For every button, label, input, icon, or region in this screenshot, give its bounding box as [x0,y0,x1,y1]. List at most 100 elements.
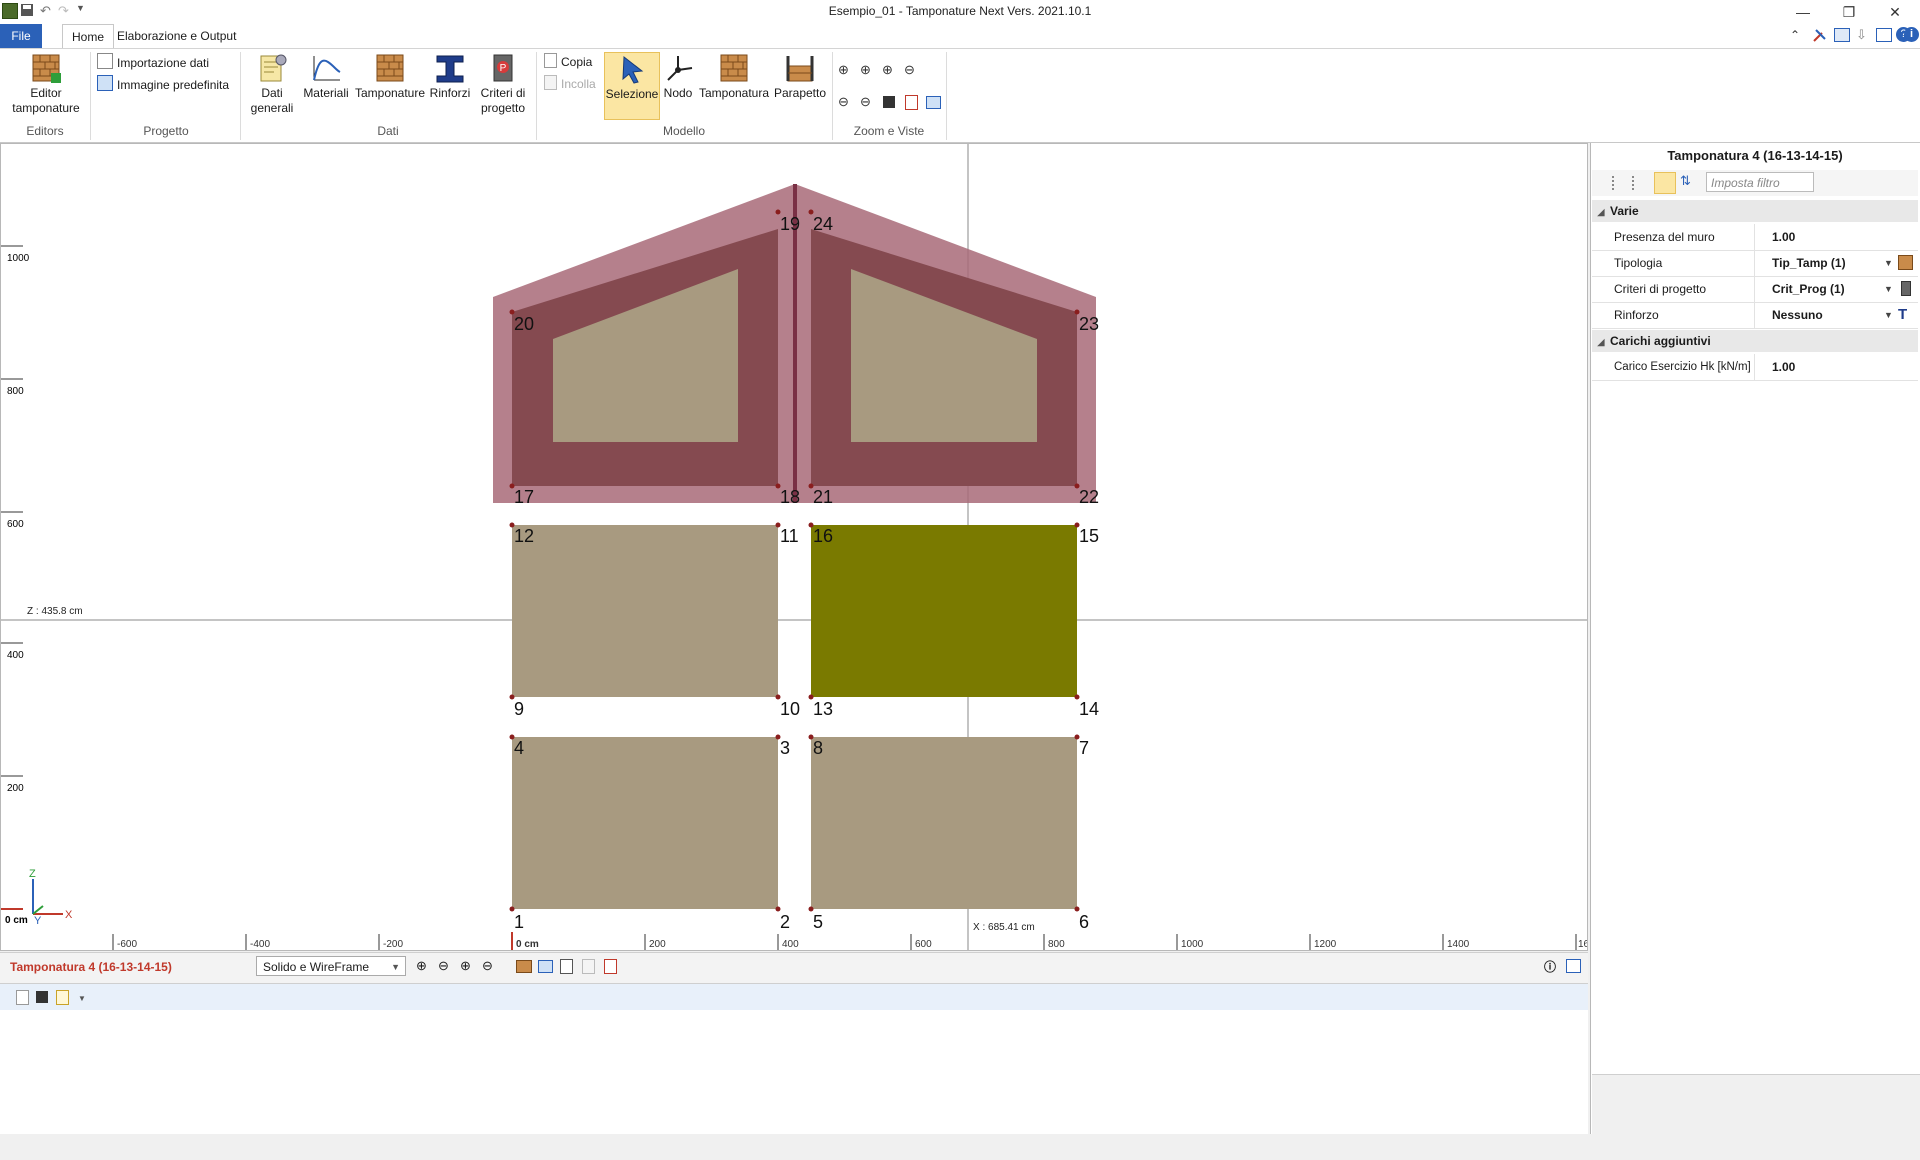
export-pdf-icon[interactable] [604,959,617,974]
tab-elaborazione-output[interactable]: Elaborazione e Output [108,24,245,48]
info-icon[interactable]: i [1904,27,1919,42]
export-image-icon[interactable] [926,96,941,109]
viewport-toolbar [0,952,1588,984]
node-label: 15 [1079,526,1099,546]
collapse-icon[interactable]: ◢ [1592,331,1610,353]
export-pdf-icon[interactable] [905,95,918,110]
property-value[interactable]: Tip_Tamp (1) [1772,250,1846,276]
category-varie[interactable]: ◢ Varie [1592,200,1918,222]
tab-home[interactable]: Home [62,24,115,49]
zoom-window-icon[interactable]: ⊕ [838,62,849,78]
chevron-down-icon[interactable]: ▼ [1884,302,1893,328]
copia-button[interactable]: Copia [544,53,592,71]
log-menu-icon[interactable]: ▼ [78,994,86,1003]
property-value[interactable]: 1.00 [1772,224,1795,250]
immagine-predefinita-button[interactable]: Immagine predefinita [97,75,229,93]
ribbon-tab-row [0,24,1920,48]
tamponatura-5-6-7-8[interactable] [811,737,1077,909]
minimize-button[interactable]: — [1780,0,1826,24]
tab-file[interactable]: File [0,24,42,48]
alphabetical-view-icon[interactable] [1632,176,1644,190]
window-icon[interactable] [1834,28,1850,42]
category-carichi-aggiuntivi[interactable]: ◢ Carichi aggiuntivi [1592,330,1918,352]
zoom-out-icon[interactable]: ⊖ [438,958,454,974]
property-row-rinforzo[interactable]: Rinforzo Nessuno ▼ T [1592,302,1918,329]
nodo-button[interactable]: Nodo [660,52,696,118]
export-dxf-icon[interactable] [560,959,573,974]
window-title: Esempio_01 - Tamponature Next Vers. 2021… [828,4,1092,18]
property-row-carico-esercizio[interactable]: Carico Esercizio Hk [kN/m] 1.00 [1592,354,1918,381]
zoom-previous-icon[interactable]: ⊖ [838,94,849,110]
log-area[interactable] [0,1010,1588,1135]
axis-x-label: X [65,909,73,921]
close-button[interactable]: ✕ [1872,0,1918,24]
collapse-ribbon-icon[interactable]: ⌃ [1790,28,1800,42]
zoom-extents-icon[interactable]: ⊖ [482,958,498,974]
brick-wall-icon[interactable] [1898,255,1913,270]
vertical-ruler [1,245,23,777]
chevron-down-icon[interactable]: ▼ [1884,276,1893,302]
wall-view-icon[interactable] [516,960,532,973]
dati-generali-button[interactable]: Dati generali [246,52,298,118]
tamponatura-button[interactable]: Tamponatura [698,52,770,118]
image-view-icon[interactable] [538,960,553,973]
property-row-presenza-muro[interactable]: Presenza del muro 1.00 [1592,224,1918,251]
sort-icon[interactable]: ⇅ [1680,173,1691,189]
print-icon[interactable] [582,959,595,974]
materiali-button[interactable]: Materiali [300,52,352,118]
save-view-icon[interactable] [883,96,895,108]
property-value[interactable]: Crit_Prog (1) [1772,276,1845,302]
render-mode-value: Solido e WireFrame [263,960,370,974]
zoom-in-icon[interactable]: ⊕ [416,958,432,974]
model-viewport[interactable]: 1 2 3 4 5 6 7 8 9 10 11 12 13 14 15 16 1… [0,143,1588,951]
copy-icon [544,53,557,68]
categorized-view-icon[interactable] [1612,176,1624,190]
property-value[interactable]: 1.00 [1772,354,1795,380]
y-tick-label: 400 [7,650,24,661]
materiali-label: Materiali [303,86,349,100]
filter-input[interactable]: Imposta filtro [1706,172,1814,192]
new-log-icon[interactable] [16,990,29,1005]
save-log-icon[interactable] [36,991,48,1003]
chevron-down-icon: ▼ [391,962,400,972]
x-tick-label: 1000 [1181,939,1204,950]
layout-icon[interactable] [1876,28,1892,42]
download-icon[interactable]: ⇩ [1856,27,1867,43]
zoom-all-icon[interactable]: ⊖ [860,94,871,110]
zoom-out-icon[interactable]: ⊖ [904,62,915,78]
importazione-dati-button[interactable]: Importazione dati [97,53,209,71]
grouped-view-icon[interactable] [1654,172,1676,194]
info-icon[interactable]: ⓘ [1544,958,1560,974]
zoom-extents-icon[interactable]: ⊕ [860,62,871,78]
editor-tamponature-button[interactable]: Editor tamponature [6,52,86,118]
open-log-icon[interactable] [56,990,69,1005]
group-modello-label: Modello [662,124,706,138]
chevron-down-icon[interactable]: ▼ [1884,250,1893,276]
parapetto-button[interactable]: Parapetto [772,52,828,118]
properties-toggle-icon[interactable] [1566,959,1581,973]
rinforzi-button[interactable]: Rinforzi [428,52,472,118]
tamponatura-9-10-11-12[interactable] [512,525,778,697]
render-mode-select[interactable]: Solido e WireFrame ▼ [256,956,406,976]
zoom-in-icon[interactable]: ⊕ [882,62,893,78]
restore-button[interactable]: ❐ [1826,0,1872,24]
property-row-tipologia[interactable]: Tipologia Tip_Tamp (1) ▼ [1592,250,1918,277]
tools-icon[interactable] [1812,27,1828,43]
incolla-button[interactable]: Incolla [544,75,596,93]
criteria-icon[interactable] [1901,281,1911,296]
tamponature-button[interactable]: Tamponature [354,52,426,118]
property-value[interactable]: Nessuno [1772,302,1823,328]
x-coordinate-readout: X : 685.41 cm [973,922,1035,933]
tamponatura-1-2-3-4[interactable] [512,737,778,909]
property-row-criteri[interactable]: Criteri di progetto Crit_Prog (1) ▼ [1592,276,1918,303]
node-label: 11 [780,526,799,546]
tamponatura-4-selected[interactable] [811,525,1077,697]
selezione-button[interactable]: Selezione [604,52,660,120]
collapse-icon[interactable]: ◢ [1592,201,1610,223]
zoom-window-icon[interactable]: ⊕ [460,958,476,974]
axis-y-label: Y [34,915,42,927]
model-canvas[interactable]: 1 2 3 4 5 6 7 8 9 10 11 12 13 14 15 16 1… [1,144,1587,950]
beam-icon[interactable]: T [1898,307,1913,322]
node-label: 6 [1079,912,1089,932]
criteri-di-progetto-button[interactable]: P Criteri di progetto [474,52,532,118]
